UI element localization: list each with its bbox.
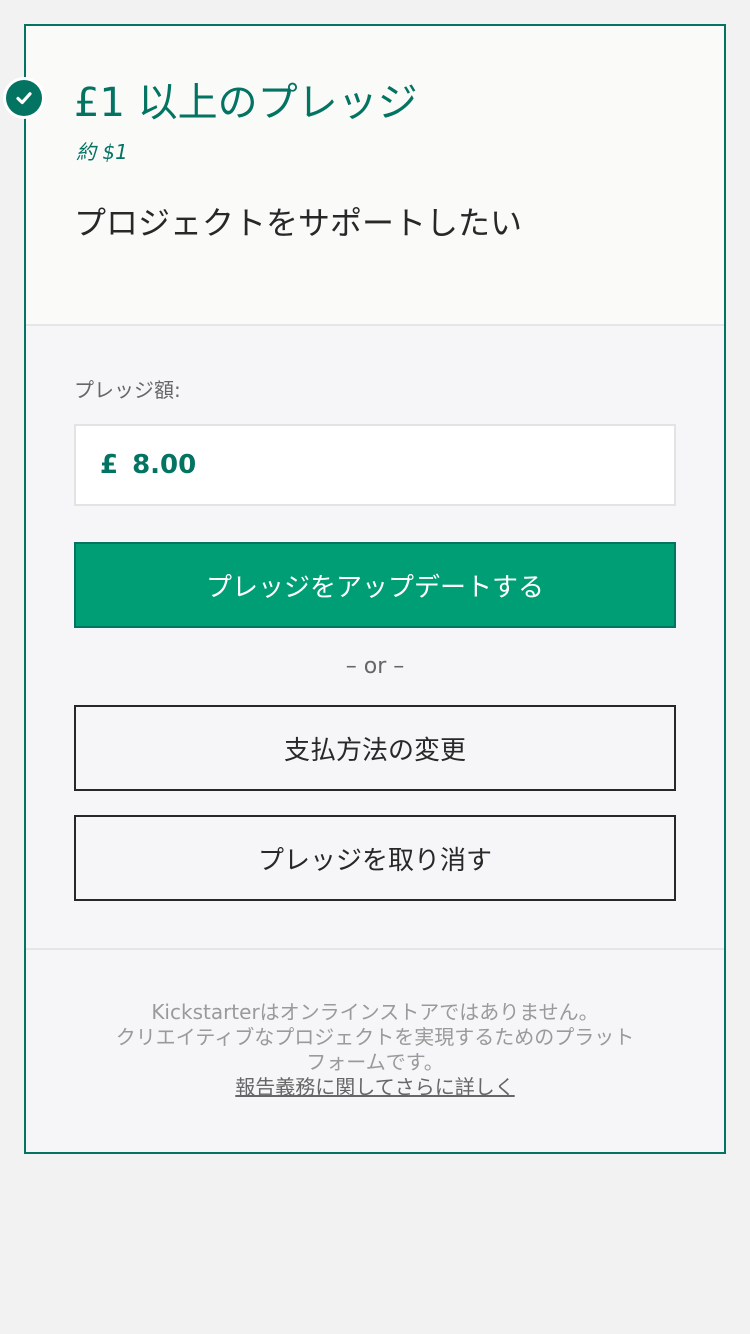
currency-symbol: £ (100, 450, 119, 480)
disclaimer-line-1: Kickstarterはオンラインストアではありません。 (151, 1000, 599, 1024)
footer-divider (26, 948, 724, 950)
reward-approx-amount: 約 $1 (76, 140, 128, 164)
accountability-link[interactable]: 報告義務に関してさらに詳しく (74, 1075, 676, 1100)
reward-card: £1 以上のプレッジ 約 $1 プロジェクトをサポートしたい プレッジ額: £ … (6, 24, 726, 1154)
pledge-amount-input[interactable]: £ 8.00 (74, 424, 676, 506)
change-payment-method-button[interactable]: 支払方法の変更 (74, 705, 676, 791)
reward-title: £1 以上のプレッジ (74, 80, 418, 126)
reward-header: £1 以上のプレッジ 約 $1 プロジェクトをサポートしたい (6, 26, 724, 326)
disclaimer-line-3: フォームです。 (306, 1050, 444, 1074)
disclaimer-line-2: クリエイティブなプロジェクトを実現するためのプラット (115, 1025, 635, 1049)
cancel-pledge-button[interactable]: プレッジを取り消す (74, 815, 676, 901)
footer-disclaimer: Kickstarterはオンラインストアではありません。 クリエイティブなプロジ… (74, 1000, 676, 1100)
pledge-amount-label: プレッジ額: (74, 378, 181, 402)
pledge-amount-value: 8.00 (132, 450, 197, 480)
check-circle-icon (6, 80, 42, 116)
update-pledge-button[interactable]: プレッジをアップデートする (74, 542, 676, 628)
reward-description: プロジェクトをサポートしたい (74, 204, 523, 242)
or-divider: – or – (345, 654, 405, 679)
